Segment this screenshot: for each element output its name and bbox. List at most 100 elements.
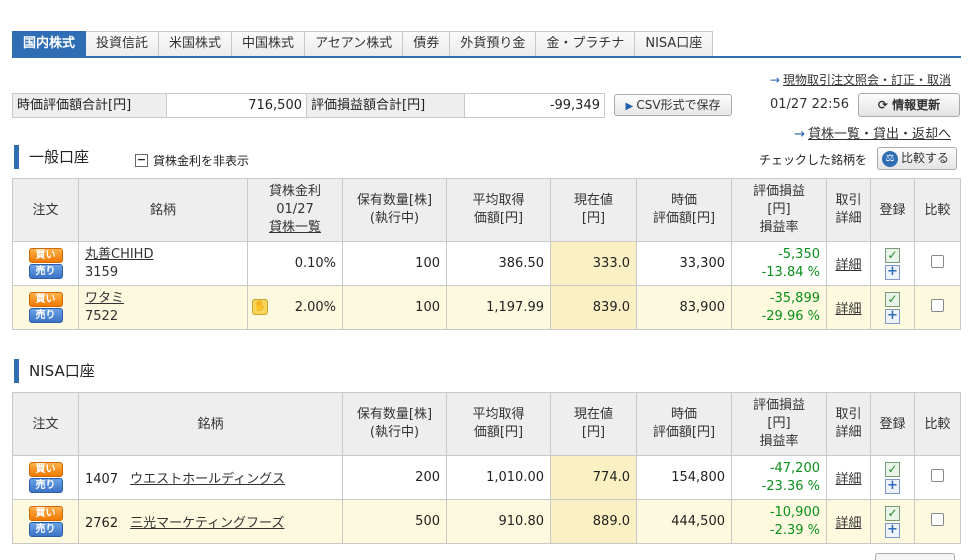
order-buttons: 買い 売り bbox=[12, 285, 79, 330]
col-market-value: 時価 評価額[円] bbox=[636, 178, 732, 242]
nisa-holdings-table: 注文 銘柄 保有数量[株] (執行中) 平均取得 価額[円] 現在値 [円] 時… bbox=[12, 392, 961, 544]
buy-button[interactable]: 買い bbox=[28, 462, 63, 477]
tab-nisa[interactable]: NISA口座 bbox=[635, 31, 714, 57]
detail-cell: 詳細 bbox=[826, 241, 871, 286]
check-icon[interactable]: ✓ bbox=[885, 505, 900, 521]
order-inquiry-link[interactable]: 現物取引注文照会・訂正・取消 bbox=[783, 73, 951, 87]
csv-save-button[interactable]: ▶ CSV形式で保存 bbox=[614, 94, 732, 116]
avg-header-line2: 価額[円] bbox=[473, 211, 524, 226]
profit-loss-rate: -13.84 % bbox=[761, 264, 820, 280]
profit-loss-cell: -35,899 -29.96 % bbox=[731, 285, 827, 330]
nisa-account-title: NISA口座 bbox=[14, 359, 95, 383]
pl-header-line1: 評価損益 bbox=[752, 184, 805, 199]
rate-header-date: 01/27 bbox=[276, 202, 314, 217]
summary-row: 時価評価額合計[円] 716,500 評価損益額合計[円] -99,349 bbox=[12, 93, 605, 118]
quantity: 100 bbox=[342, 285, 447, 330]
tab-gold-platinum[interactable]: 金・プラチナ bbox=[536, 31, 636, 57]
rate-header-line1: 貸株金利 bbox=[268, 184, 321, 199]
col-register: 登録 bbox=[870, 178, 915, 242]
minus-icon: − bbox=[135, 153, 148, 167]
stock-code: 1407 bbox=[85, 472, 119, 487]
col-avg-cost: 平均取得 価額[円] bbox=[446, 392, 551, 456]
avg-cost: 910.80 bbox=[446, 499, 551, 544]
register-cell: ✓ + bbox=[870, 455, 915, 500]
profit-loss: -10,900 bbox=[769, 504, 820, 520]
tab-domestic-stocks[interactable]: 国内株式 bbox=[12, 31, 87, 57]
table-row: 買い 売り 1407 ウエストホールディングス 200 1,010.00 774.… bbox=[12, 455, 961, 500]
quantity: 500 bbox=[342, 499, 447, 544]
pl-header-line3: 損益率 bbox=[759, 220, 799, 235]
tab-china-stocks[interactable]: 中国株式 bbox=[232, 31, 306, 57]
compare-cell bbox=[914, 241, 961, 286]
tab-asean-stocks[interactable]: アセアン株式 bbox=[305, 31, 404, 57]
plus-icon[interactable]: + bbox=[885, 522, 900, 538]
stock-name-link[interactable]: 三光マーケティングフーズ bbox=[130, 516, 284, 531]
order-buttons: 買い 売り bbox=[12, 241, 79, 286]
tab-foreign-deposits[interactable]: 外貨預り金 bbox=[450, 31, 537, 57]
price-header-line2: [円] bbox=[581, 425, 606, 440]
table-header-row: 注文 銘柄 貸株金利 01/27 貸株一覧 保有数量[株] (執行中) 平均取得… bbox=[12, 178, 961, 242]
compare-checkbox[interactable] bbox=[931, 299, 944, 312]
check-icon[interactable]: ✓ bbox=[885, 461, 900, 477]
lending-rate: 0.10% bbox=[247, 241, 343, 286]
compare-checkbox[interactable] bbox=[931, 513, 944, 526]
stock-code: 3159 bbox=[85, 264, 119, 280]
col-detail: 取引 詳細 bbox=[826, 178, 871, 242]
order-inquiry-link-wrap: → 現物取引注文照会・訂正・取消 bbox=[770, 71, 951, 88]
detail-link[interactable]: 詳細 bbox=[835, 472, 861, 487]
check-icon[interactable]: ✓ bbox=[885, 247, 900, 263]
update-timestamp: 01/27 22:56 bbox=[770, 97, 850, 112]
col-market-value: 時価 評価額[円] bbox=[636, 392, 732, 456]
order-buttons: 買い 売り bbox=[12, 499, 79, 544]
quantity: 100 bbox=[342, 241, 447, 286]
compare-checkbox[interactable] bbox=[931, 255, 944, 268]
compare-label: チェックした銘柄を bbox=[759, 153, 868, 167]
hide-lending-rate-toggle[interactable]: − 貸株金利を非表示 bbox=[135, 152, 249, 169]
detail-header-line2: 詳細 bbox=[835, 425, 862, 440]
buy-button[interactable]: 買い bbox=[28, 292, 63, 307]
pl-total: -99,349 bbox=[465, 93, 605, 118]
stock-name-link[interactable]: ウエストホールディングス bbox=[130, 472, 285, 487]
plus-icon[interactable]: + bbox=[885, 308, 900, 324]
tab-bonds[interactable]: 債券 bbox=[403, 31, 451, 57]
detail-header-line1: 取引 bbox=[835, 193, 862, 208]
lending-link[interactable]: 貸株一覧・貸出・返却へ bbox=[808, 127, 951, 142]
market-value: 154,800 bbox=[636, 455, 732, 500]
detail-link[interactable]: 詳細 bbox=[835, 258, 861, 273]
check-icon[interactable]: ✓ bbox=[885, 291, 900, 307]
market-value: 33,300 bbox=[636, 241, 732, 286]
buy-button[interactable]: 買い bbox=[28, 506, 63, 521]
profit-loss: -47,200 bbox=[769, 460, 820, 476]
tab-us-stocks[interactable]: 米国株式 bbox=[159, 31, 233, 57]
tab-investment-trusts[interactable]: 投資信託 bbox=[86, 31, 160, 57]
scale-icon: ⚖ bbox=[882, 150, 898, 167]
detail-link[interactable]: 詳細 bbox=[835, 302, 861, 317]
compare-button-partial[interactable] bbox=[875, 553, 955, 560]
sell-button[interactable]: 売り bbox=[28, 522, 63, 537]
current-price: 839.0 bbox=[550, 285, 637, 330]
stock-name-link[interactable]: ワタミ bbox=[85, 290, 241, 308]
buy-button[interactable]: 買い bbox=[28, 248, 63, 263]
mv-header-line1: 時価 bbox=[670, 193, 697, 208]
sell-button[interactable]: 売り bbox=[28, 308, 63, 323]
plus-icon[interactable]: + bbox=[885, 478, 900, 494]
price-header-line1: 現在値 bbox=[573, 407, 613, 422]
quantity: 200 bbox=[342, 455, 447, 500]
plus-icon[interactable]: + bbox=[885, 264, 900, 280]
col-compare: 比較 bbox=[914, 392, 961, 456]
sell-button[interactable]: 売り bbox=[28, 264, 63, 279]
profit-loss-cell: -5,350 -13.84 % bbox=[731, 241, 827, 286]
sell-button[interactable]: 売り bbox=[28, 478, 63, 493]
col-detail: 取引 詳細 bbox=[826, 392, 871, 456]
detail-link[interactable]: 詳細 bbox=[835, 516, 861, 531]
refresh-icon: ⟳ bbox=[877, 98, 893, 112]
lending-list-link[interactable]: 貸株一覧 bbox=[248, 219, 342, 237]
lend-badge-icon: ✋ bbox=[252, 299, 268, 315]
compare-checkbox[interactable] bbox=[931, 469, 944, 482]
stock-name-link[interactable]: 丸善CHIHD bbox=[85, 246, 241, 264]
refresh-button[interactable]: ⟳ 情報更新 bbox=[858, 93, 960, 117]
col-order: 注文 bbox=[12, 392, 79, 456]
detail-cell: 詳細 bbox=[826, 285, 871, 330]
compare-button[interactable]: ⚖ 比較する bbox=[877, 147, 957, 170]
qty-header-line2: (執行中) bbox=[369, 425, 420, 440]
